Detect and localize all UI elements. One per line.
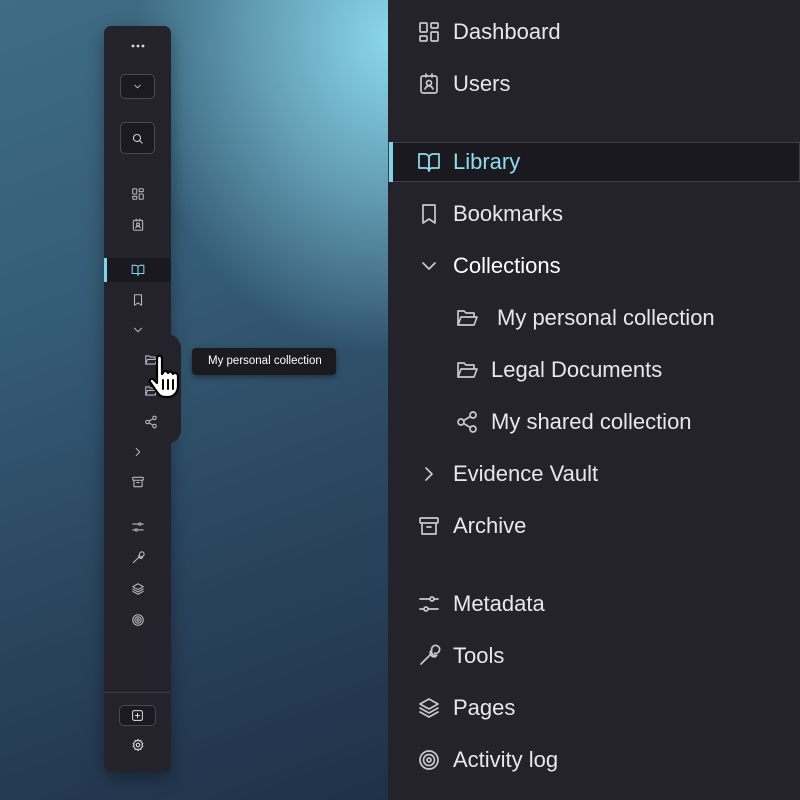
sidebar-item-label: Archive xyxy=(453,513,527,538)
target-icon xyxy=(417,748,441,772)
sidebar-item-label: Activity log xyxy=(453,747,559,772)
sidebar-item-label: Bookmarks xyxy=(453,201,564,226)
sidebar-item-label: Library xyxy=(453,149,521,174)
rail-item-archive[interactable] xyxy=(104,470,171,494)
chevron-right-icon xyxy=(135,447,140,457)
chevron-right-icon[interactable] xyxy=(417,462,441,486)
search-icon xyxy=(132,133,143,144)
expanded-sidebar: Dashboard Users Library Bookmarks Collec… xyxy=(388,0,800,800)
sidebar-item-activity-log[interactable]: Activity log xyxy=(388,740,800,780)
sidebar-item-users[interactable]: Users xyxy=(388,64,800,104)
archive-icon xyxy=(131,476,144,488)
rail-footer xyxy=(104,693,171,772)
sidebar-item-label: Evidence Vault xyxy=(453,461,599,486)
sidebar-item-metadata[interactable]: Metadata xyxy=(388,584,800,624)
archive-icon xyxy=(417,514,441,538)
gear-icon xyxy=(132,738,143,752)
sidebar-item-personal-collection[interactable]: My personal collection xyxy=(388,298,800,338)
rail-item-shared-collection[interactable] xyxy=(136,410,166,434)
more-horizontal-icon xyxy=(131,44,144,48)
book-open-icon xyxy=(417,150,441,174)
more-menu-button[interactable] xyxy=(124,36,151,56)
sidebar-item-pages[interactable]: Pages xyxy=(388,688,800,728)
sidebar-item-label: My personal collection xyxy=(497,305,715,330)
sliders-icon xyxy=(417,592,441,616)
sidebar-item-evidence-vault[interactable]: Evidence Vault xyxy=(388,454,800,494)
rail-item-pages[interactable] xyxy=(104,577,171,601)
wrench-icon xyxy=(417,644,441,668)
rail-item-users[interactable] xyxy=(104,213,171,237)
hand-pointer-cursor-icon xyxy=(148,354,180,399)
workspace-dropdown-button[interactable] xyxy=(120,74,155,99)
rail-item-tools[interactable] xyxy=(104,546,171,570)
layers-icon xyxy=(131,583,144,595)
bookmark-icon xyxy=(133,294,142,306)
layers-icon xyxy=(417,696,441,720)
bookmark-icon xyxy=(417,202,441,226)
sidebar-item-dashboard[interactable]: Dashboard xyxy=(388,12,800,52)
plus-square-icon xyxy=(132,710,143,721)
active-indicator xyxy=(389,142,393,182)
dashboard-icon xyxy=(417,20,441,44)
rail-item-library[interactable] xyxy=(104,258,171,282)
dashboard-icon xyxy=(131,188,144,200)
sidebar-item-label: My shared collection xyxy=(491,409,692,434)
new-item-button[interactable] xyxy=(119,705,156,726)
chevron-down-icon[interactable] xyxy=(417,254,441,278)
sidebar-item-label: Tools xyxy=(453,643,505,668)
active-indicator xyxy=(104,258,107,282)
share-icon xyxy=(145,415,157,429)
rail-item-metadata[interactable] xyxy=(104,515,171,539)
sidebar-item-label: Dashboard xyxy=(453,19,561,44)
sidebar-item-collections[interactable]: Collections xyxy=(388,246,800,286)
backdrop: My personal collection xyxy=(0,0,388,800)
sidebar-item-legal-documents[interactable]: Legal Documents xyxy=(388,350,800,390)
rail-item-dashboard[interactable] xyxy=(104,182,171,206)
tooltip: My personal collection xyxy=(192,348,336,375)
settings-button[interactable] xyxy=(124,735,151,755)
contact-card-icon xyxy=(132,218,143,231)
sidebar-item-archive[interactable]: Archive xyxy=(388,506,800,546)
folder-open-icon xyxy=(455,306,479,330)
sidebar-item-shared-collection[interactable]: My shared collection xyxy=(388,402,800,442)
folder-open-icon xyxy=(455,358,479,382)
book-open-icon xyxy=(131,264,144,276)
sidebar-item-tools[interactable]: Tools xyxy=(388,636,800,676)
sidebar-item-label: Collections xyxy=(453,253,561,278)
target-icon xyxy=(131,614,144,626)
rail-item-activity-log[interactable] xyxy=(104,608,171,632)
sidebar-item-library[interactable]: Library xyxy=(388,142,800,182)
search-button[interactable] xyxy=(120,122,155,154)
wrench-icon xyxy=(132,551,145,564)
rail-item-bookmarks[interactable] xyxy=(104,288,171,312)
share-icon xyxy=(455,410,479,434)
sliders-icon xyxy=(131,522,144,532)
sidebar-item-bookmarks[interactable]: Bookmarks xyxy=(388,194,800,234)
sidebar-item-label: Legal Documents xyxy=(491,357,663,382)
sidebar-item-label: Pages xyxy=(453,695,516,720)
contact-card-icon xyxy=(417,72,441,96)
sidebar-item-label: Metadata xyxy=(453,591,545,616)
sidebar-item-label: Users xyxy=(453,71,511,96)
chevron-down-icon xyxy=(134,84,141,89)
